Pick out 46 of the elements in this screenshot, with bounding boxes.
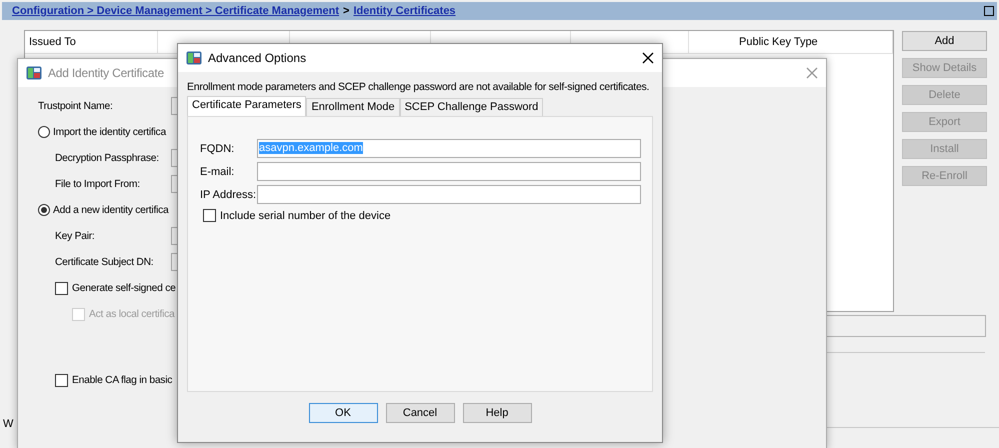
dialog-button[interactable]: Cancel: [386, 403, 454, 423]
field-label: E-mail:: [200, 166, 236, 178]
radio-label[interactable]: Import the identity certifica: [53, 126, 166, 138]
radio-button[interactable]: [38, 204, 50, 216]
column-header[interactable]: Public Key Type: [735, 31, 893, 53]
field-label: Decryption Passphrase:: [55, 152, 160, 164]
close-icon[interactable]: [642, 52, 654, 64]
dialog-button[interactable]: Help: [462, 403, 532, 423]
column-header[interactable]: Issued To: [25, 31, 158, 53]
checkbox[interactable]: [55, 282, 68, 294]
checkbox-label[interactable]: Generate self-signed ce: [72, 282, 176, 294]
field-label: Certificate Subject DN:: [55, 256, 154, 268]
tab[interactable]: SCEP Challenge Password: [400, 98, 544, 116]
field-label: Trustpoint Name:: [38, 100, 114, 112]
input-field[interactable]: [257, 162, 641, 181]
text-field[interactable]: [171, 253, 177, 271]
checkbox[interactable]: [203, 209, 216, 222]
field-label: IP Address:: [200, 188, 257, 200]
checkbox-label[interactable]: Include serial number of the device: [220, 210, 391, 222]
checkbox-label: Act as local certifica: [89, 308, 174, 320]
app-icon: [26, 66, 42, 80]
breadcrumb-link[interactable]: Identity Certificates: [353, 5, 456, 17]
dialog-title: Advanced Options: [208, 51, 306, 65]
radio-button[interactable]: [38, 126, 50, 138]
tab[interactable]: Certificate Parameters: [187, 96, 306, 116]
checkbox[interactable]: [55, 374, 68, 386]
text-field[interactable]: [171, 97, 177, 115]
dialog-title: Add Identity Certificate: [48, 66, 164, 80]
action-button[interactable]: Add: [902, 31, 987, 51]
background-text: W: [3, 418, 14, 430]
field-label: FQDN:: [200, 142, 236, 154]
info-text: Enrollment mode parameters and SCEP challenge password are not available for self-signed certificates.: [187, 81, 650, 94]
text-field[interactable]: [171, 175, 177, 193]
field-label: File to Import From:: [55, 178, 141, 190]
text-field[interactable]: [171, 227, 177, 245]
text-field[interactable]: [171, 149, 177, 167]
radio-label[interactable]: Add a new identity certifica: [53, 204, 168, 216]
field-label: Key Pair:: [55, 230, 96, 242]
breadcrumb-link[interactable]: Configuration > Device Management > Certificate Management: [12, 5, 340, 17]
tab[interactable]: Enrollment Mode: [306, 98, 400, 116]
checkbox-label[interactable]: Enable CA flag in basic: [72, 374, 172, 386]
input-field[interactable]: [257, 185, 641, 204]
maximize-icon[interactable]: [984, 6, 994, 16]
breadcrumb-separator: >: [343, 5, 350, 17]
dialog-button[interactable]: OK: [308, 403, 378, 423]
app-icon: [186, 51, 202, 65]
